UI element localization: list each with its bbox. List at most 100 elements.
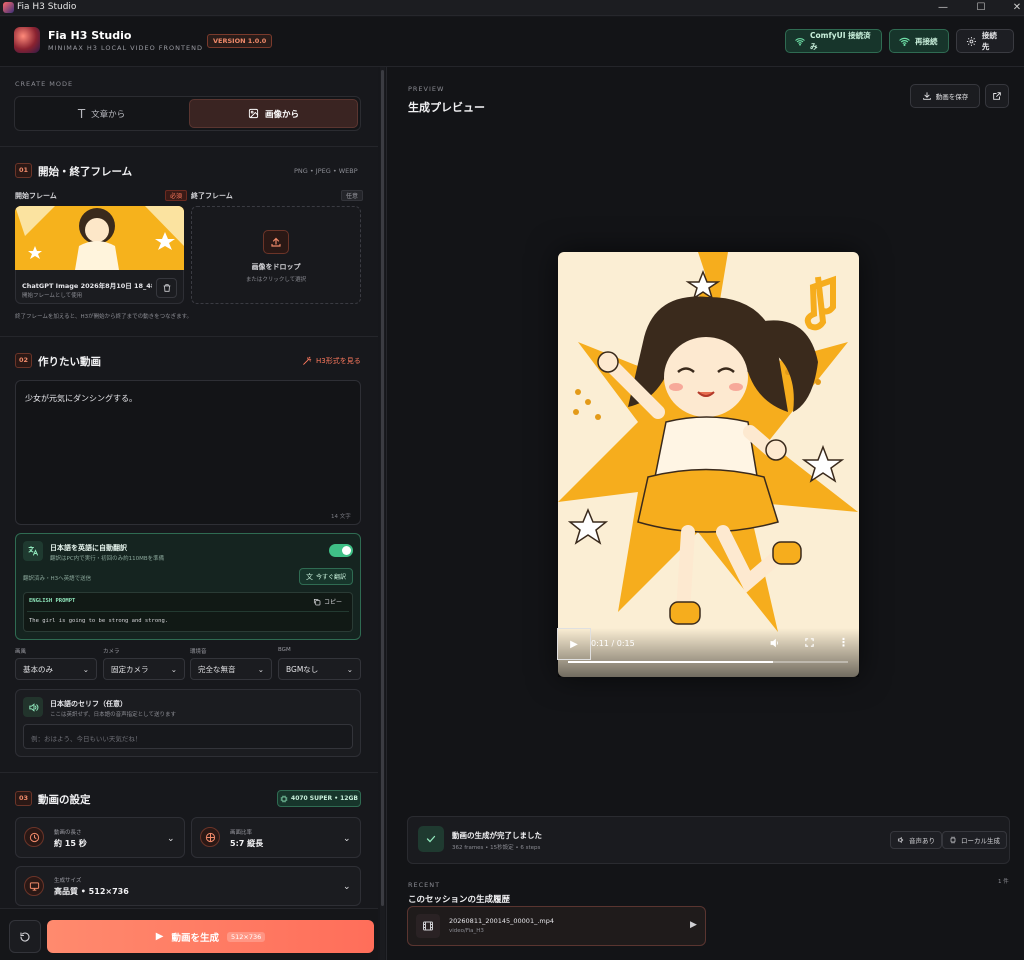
video-progress-fill [568,661,774,663]
close-icon[interactable]: ✕ [1000,0,1024,16]
film-icon [416,914,440,938]
reset-icon [20,931,30,942]
reconnect-label: 再接続 [915,36,938,46]
copy-label: コピー [324,599,343,606]
image-mode-label: 画像から [264,109,299,120]
more-options-icon[interactable]: ⋮ [838,636,849,649]
formats-label: PNG • JPEG • WEBP [294,167,358,175]
fullscreen-icon[interactable] [804,637,815,648]
gear-icon [966,36,976,46]
text-mode-label: 文章から [91,109,126,120]
drop-subtitle: またはクリックして選択 [245,277,307,283]
divider [0,146,378,147]
length-label: 動画の長さ [54,830,82,836]
start-frame-thumbnail [15,206,184,270]
chevron-down-icon: ⌄ [346,664,353,674]
speaker-icon [897,836,904,844]
app-icon [3,2,14,13]
connection-settings-button[interactable]: 接続先 [956,29,1014,53]
start-frame-label: 開始フレーム [15,192,57,200]
start-frame-filename: ChatGPT Image 2026年8月10日 18_48_0... [22,282,152,290]
reset-button[interactable] [9,920,41,953]
recent-title: このセッションの生成履歴 [408,895,511,905]
play-icon[interactable]: ▶ [690,920,697,930]
play-icon: ▶ [570,638,578,650]
size-value: 高品質 • 512×736 [54,887,129,896]
ratio-label: 画面比率 [230,830,253,836]
drop-title: 画像をドロップ [251,263,301,271]
local-chip: ローカル生成 [942,831,1007,849]
magic-wand-icon [303,356,312,365]
dialogue-title: 日本語のセリフ（任意） [50,700,127,708]
ambient-select-value: 完全な無音 [198,664,236,674]
image-mode-button[interactable]: 画像から [189,99,358,128]
audio-chip: 音声あり [890,831,942,849]
status-title: 動画の生成が完了しました [452,831,542,840]
style-select[interactable]: 基本のみ ⌄ [15,658,97,680]
save-video-label: 動画を保存 [935,93,969,101]
save-video-button[interactable]: 動画を保存 [910,84,980,108]
section-number: 02 [15,353,32,368]
version-badge: VERSION 1.0.0 [207,34,273,48]
recent-count: 1 件 [998,879,1009,885]
generate-button[interactable]: ▶ 動画を生成 512×736 [47,920,374,953]
local-chip-label: ローカル生成 [961,837,1000,845]
video-progress-track[interactable] [568,661,848,663]
window-titlebar: Fia H3 Studio — ☐ ✕ [0,0,1024,16]
preview-label: PREVIEW [408,85,445,93]
app-logo [14,27,40,53]
video-frame-image [558,252,859,677]
style-select-label: 画風 [15,649,27,655]
translate-now-button[interactable]: 文 今すぐ翻訳 [299,568,353,585]
minimize-icon[interactable]: — [926,0,960,16]
optional-tag: 任意 [341,190,364,201]
gpu-label: 4070 SUPER • 12GB [291,795,358,802]
section-number: 03 [15,791,32,806]
chip-icon [950,836,956,844]
divider [0,772,378,773]
translate-icon [23,541,43,561]
clock-icon [24,827,44,847]
translate-status: 翻訳済み・H3へ英語で送信 [23,576,92,582]
generate-label: 動画を生成 [171,932,219,944]
maximize-icon[interactable]: ☐ [964,0,998,16]
divider [0,336,378,337]
left-scrollbar-thumb[interactable] [381,70,384,906]
end-frame-label: 終了フレーム [191,192,233,200]
char-count: 14 文字 [331,514,351,520]
delete-start-frame-button[interactable] [156,278,177,298]
volume-icon[interactable] [769,637,781,649]
comfyui-status-label: ComfyUI 接続済み [810,31,871,51]
h3-format-link[interactable]: H3形式を見る [302,356,361,366]
settings-label: 接続先 [981,31,997,51]
chevron-down-icon: ⌄ [170,664,177,674]
ambient-select[interactable]: 完全な無音 ⌄ [190,658,272,680]
create-mode-label: CREATE MODE [15,80,74,88]
length-value: 約 15 秒 [54,839,87,848]
comfyui-status-button[interactable]: ComfyUI 接続済み [785,29,882,53]
video-play-button[interactable]: ▶ [557,628,591,660]
style-select-value: 基本のみ [23,664,53,674]
copy-button[interactable]: コピー [313,597,342,606]
ratio-value: 5:7 縦長 [230,839,264,848]
reconnect-button[interactable]: 再接続 [889,29,949,53]
camera-select[interactable]: 固定カメラ ⌄ [103,658,185,680]
generate-size-badge: 512×736 [226,931,266,942]
preview-title: 生成プレビュー [408,101,485,114]
end-frame-dropzone[interactable] [191,206,361,304]
app-subtitle: MINIMAX H3 LOCAL VIDEO FRONTEND [48,44,203,52]
bgm-select-label: BGM [278,647,291,653]
speaker-icon [23,697,43,717]
text-mode-button[interactable]: T 文章から [17,99,186,128]
auto-translate-toggle[interactable] [329,544,353,557]
size-label: 生成サイズ [54,878,82,884]
bgm-select[interactable]: BGMなし ⌄ [278,658,361,680]
camera-select-value: 固定カメラ [111,664,149,674]
upload-icon [263,230,289,254]
end-frame-hint: 終了フレームを加えると、H3が開始から終了までの動きをつなぎます。 [15,314,193,320]
video-player[interactable] [558,252,859,677]
history-item[interactable] [407,906,706,946]
translate-title: 日本語を英語に自動翻訳 [50,544,127,552]
open-external-button[interactable] [985,84,1009,108]
h3-format-label: H3形式を見る [316,357,361,365]
